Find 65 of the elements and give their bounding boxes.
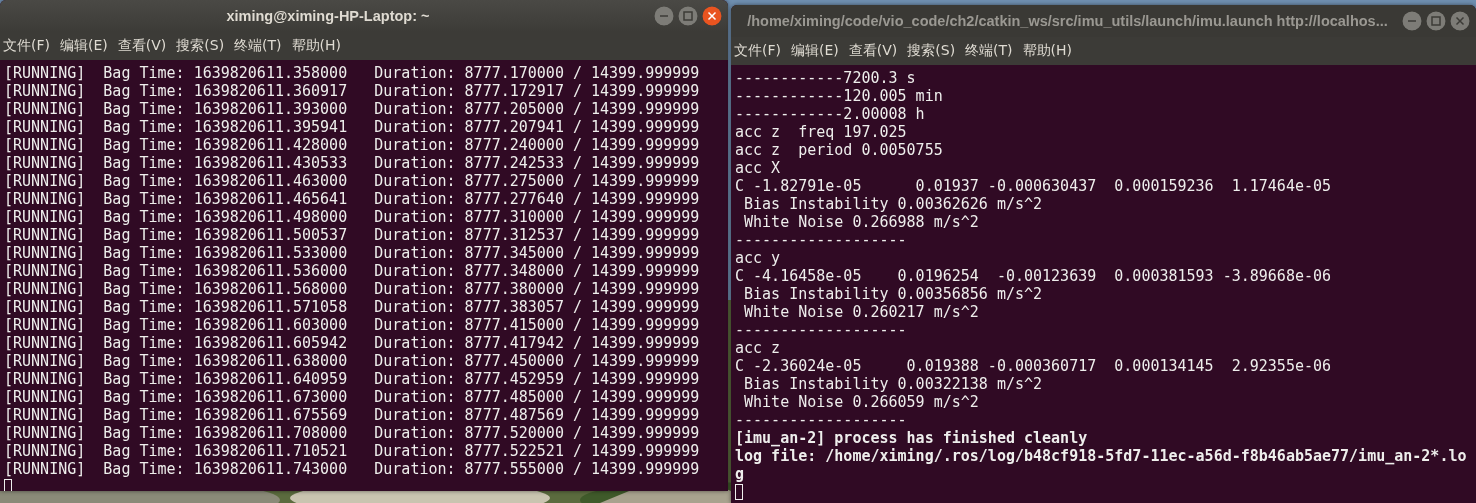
terminal-line: [RUNNING] Bag Time: 1639820611.465641 Duration: 8777.277640 / 14399.999999 [4,190,701,208]
terminal-line: [RUNNING] Bag Time: 1639820611.638000 Duration: 8777.450000 / 14399.999999 [4,352,701,370]
terminal-line: log file: /home/ximing/.ros/log/b48cf918-5fd7-11ec-a56d-f8b46ab5ae77/imu_an-2*.log [735,447,1467,483]
text-cursor [4,479,12,491]
menu-item[interactable]: 帮助(H) [288,37,349,55]
terminal-line: ------------120.005 min [735,87,944,105]
terminal-line: [RUNNING] Bag Time: 1639820611.395941 Duration: 8777.207941 / 14399.999999 [4,118,701,136]
terminal-line: [RUNNING] Bag Time: 1639820611.605942 Duration: 8777.417942 / 14399.999999 [4,334,701,352]
terminal-line: [RUNNING] Bag Time: 1639820611.358000 Duration: 8777.170000 / 14399.999999 [4,64,701,82]
maximize-button[interactable] [1426,11,1446,31]
terminal-line: acc z freq 197.025 [735,123,908,141]
terminal-line: [RUNNING] Bag Time: 1639820611.498000 Duration: 8777.310000 / 14399.999999 [4,208,701,226]
window-title: ximing@ximing-HP-Laptop: ~ [225,8,431,24]
terminal-line: [RUNNING] Bag Time: 1639820611.463000 Duration: 8777.275000 / 14399.999999 [4,172,701,190]
terminal-line: [RUNNING] Bag Time: 1639820611.675569 Duration: 8777.487569 / 14399.999999 [4,406,701,424]
menu-item[interactable]: 终端(T) [231,37,289,55]
menu-item[interactable]: 文件(F) [731,42,788,60]
text-cursor [735,484,743,500]
minimize-button[interactable] [654,6,674,26]
menu-item[interactable]: 文件(F) [0,37,57,55]
terminal-line: ------------2.00008 h [735,105,926,123]
menu-item[interactable]: 帮助(H) [1019,42,1080,60]
minimize-button[interactable] [1402,11,1422,31]
terminal-line: ------------7200.3 s [735,69,917,87]
terminal-line: [RUNNING] Bag Time: 1639820611.708000 Duration: 8777.520000 / 14399.999999 [4,424,701,442]
terminal-line: White Noise 0.266059 m/s^2 [743,393,980,411]
terminal-line: [RUNNING] Bag Time: 1639820611.428000 Duration: 8777.240000 / 14399.999999 [4,136,701,154]
close-button[interactable] [702,6,722,26]
menu-item[interactable]: 搜索(S) [904,42,963,60]
terminal-line: [RUNNING] Bag Time: 1639820611.430533 Duration: 8777.242533 / 14399.999999 [4,154,701,172]
terminal-line: ------------------- [735,321,908,339]
menu-item[interactable]: 查看(V) [845,42,905,60]
terminal-line: [RUNNING] Bag Time: 1639820611.568000 Duration: 8777.380000 / 14399.999999 [4,280,701,298]
window-title: /home/ximing/code/vio_code/ch2/catkin_ws/src/imu_utils/launch/imu.launch http://localhos... [746,13,1389,29]
terminal-line: acc z [735,339,782,357]
terminal-line: [RUNNING] Bag Time: 1639820611.500537 Duration: 8777.312537 / 14399.999999 [4,226,701,244]
terminal-line: C -2.36024e-05 0.019388 -0.000360717 0.000134145 2.92355e-06 [735,357,1333,375]
terminal-line: acc X [735,159,782,177]
terminal-line: ------------------- [735,411,908,429]
terminal-line: [RUNNING] Bag Time: 1639820611.571058 Duration: 8777.383057 / 14399.999999 [4,298,701,316]
terminal-line: C -1.82791e-05 0.01937 -0.000630437 0.000159236 1.17464e-05 [735,177,1333,195]
terminal-line: [RUNNING] Bag Time: 1639820611.640959 Duration: 8777.452959 / 14399.999999 [4,370,701,388]
terminal-line: [RUNNING] Bag Time: 1639820611.360917 Duration: 8777.172917 / 14399.999999 [4,82,701,100]
menu-item[interactable]: 查看(V) [114,37,174,55]
terminal-line: [RUNNING] Bag Time: 1639820611.533000 Duration: 8777.345000 / 14399.999999 [4,244,701,262]
terminal-line: White Noise 0.266988 m/s^2 [743,213,980,231]
terminal-line: [RUNNING] Bag Time: 1639820611.603000 Duration: 8777.415000 / 14399.999999 [4,316,701,334]
terminal-line: [RUNNING] Bag Time: 1639820611.536000 Duration: 8777.348000 / 14399.999999 [4,262,701,280]
terminal-line: Bias Instability 0.00356856 m/s^2 [743,285,1044,303]
menu-item[interactable]: 终端(T) [962,42,1020,60]
terminal-line: Bias Instability 0.00322138 m/s^2 [743,375,1044,393]
menu-item[interactable]: 搜索(S) [173,37,232,55]
terminal-line: [RUNNING] Bag Time: 1639820611.673000 Duration: 8777.485000 / 14399.999999 [4,388,701,406]
terminal-line: [RUNNING] Bag Time: 1639820611.393000 Duration: 8777.205000 / 14399.999999 [4,100,701,118]
terminal-line: acc y [735,249,782,267]
menu-item[interactable]: 编辑(E) [788,42,846,60]
terminal-line: Bias Instability 0.00362626 m/s^2 [743,195,1044,213]
terminal-line: acc z period 0.0050755 [735,141,944,159]
terminal-line: [imu_an-2] process has finished cleanly [735,429,1089,447]
terminal-line: [RUNNING] Bag Time: 1639820611.743000 Duration: 8777.555000 / 14399.999999 [4,460,701,478]
terminal-line: [RUNNING] Bag Time: 1639820611.710521 Duration: 8777.522521 / 14399.999999 [4,442,701,460]
menu-item[interactable]: 编辑(E) [57,37,115,55]
terminal-line: White Noise 0.260217 m/s^2 [743,303,980,321]
terminal-line: C -4.16458e-05 0.0196254 -0.00123639 0.000381593 -3.89668e-06 [735,267,1333,285]
terminal-line: ------------------- [735,231,908,249]
